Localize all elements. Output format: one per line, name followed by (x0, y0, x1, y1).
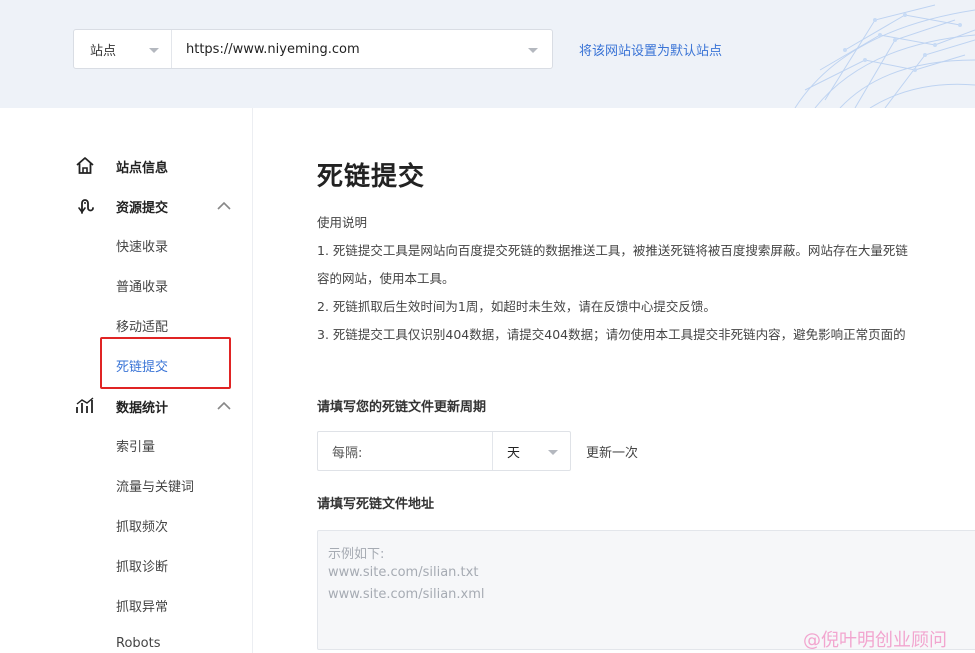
site-selector[interactable]: 站点 https://www.niyeming.com (73, 29, 553, 69)
period-prefix-label: 每隔: (332, 445, 363, 461)
sidebar-item-crawl-frequency[interactable]: 抓取频次 (116, 516, 168, 535)
update-period-label: 请填写您的死链文件更新周期 (317, 400, 487, 415)
chevron-up-icon[interactable] (216, 200, 232, 212)
stats-chart-icon (76, 397, 94, 413)
period-interval-input[interactable]: 每隔: (318, 432, 493, 470)
page-title: 死链提交 (317, 162, 426, 192)
usage-line: 3. 死链提交工具仅识别404数据，请提交404数据；请勿使用本工具提交非死链内… (317, 327, 906, 342)
sidebar-item-crawl-errors[interactable]: 抓取异常 (116, 596, 168, 615)
sidebar-group-data-stats[interactable]: 数据统计 (0, 386, 252, 426)
usage-line: 1. 死链提交工具是网站向百度提交死链的数据推送工具，被推送死链将被百度搜索屏蔽… (317, 243, 908, 258)
site-url-value: https://www.niyeming.com (186, 41, 360, 57)
chevron-up-icon[interactable] (216, 400, 232, 412)
sidebar-group-site-info[interactable]: 站点信息 (0, 146, 252, 186)
sidebar-item-robots[interactable]: Robots (116, 636, 160, 651)
home-icon (76, 157, 94, 174)
dead-link-url-label: 请填写死链文件地址 (317, 497, 435, 512)
caret-down-icon (548, 450, 558, 455)
globe-decoration-icon (794, 4, 975, 108)
caret-down-icon (528, 48, 538, 53)
period-unit-dropdown[interactable]: 天 (493, 432, 570, 470)
active-item-highlight-box (100, 337, 231, 389)
placeholder-line: www.site.com/silian.txt (328, 565, 479, 580)
sidebar-group-resource-submit[interactable]: 资源提交 (0, 186, 252, 226)
site-type-label: 站点 (90, 43, 117, 59)
site-type-dropdown[interactable]: 站点 (74, 30, 172, 68)
sidebar-item-mobile-adapt[interactable]: 移动适配 (116, 316, 168, 335)
sidebar-group-label: 数据统计 (116, 401, 169, 416)
sidebar-group-label: 资源提交 (116, 201, 169, 216)
sidebar-group-label: 站点信息 (116, 161, 169, 176)
caret-down-icon (149, 48, 159, 53)
sidebar-item-fast-index[interactable]: 快速收录 (116, 236, 168, 255)
sidebar-divider (252, 108, 253, 653)
period-suffix-text: 更新一次 (586, 446, 639, 461)
watermark: @倪叶明创业顾问 (803, 630, 947, 651)
sidebar-item-crawl-diagnosis[interactable]: 抓取诊断 (116, 556, 168, 575)
sidebar-item-index-volume[interactable]: 索引量 (116, 436, 155, 455)
submit-resource-icon (78, 199, 94, 214)
sidebar-item-traffic-keywords[interactable]: 流量与关键词 (116, 476, 194, 495)
sidebar-item-normal-index[interactable]: 普通收录 (116, 276, 168, 295)
period-unit-value: 天 (507, 445, 521, 461)
usage-line: 容的网站，使用本工具。 (317, 271, 455, 286)
placeholder-line: www.site.com/silian.xml (328, 587, 485, 602)
set-default-site-link[interactable]: 将该网站设置为默认站点 (579, 40, 722, 59)
usage-line: 2. 死链抓取后生效时间为1周，如超时未生效，请在反馈中心提交反馈。 (317, 299, 716, 314)
update-period-input-group: 每隔: 天 (317, 431, 571, 471)
placeholder-line: 示例如下: (328, 547, 385, 562)
site-url-dropdown[interactable]: https://www.niyeming.com (172, 30, 552, 68)
usage-heading: 使用说明 (317, 215, 368, 230)
